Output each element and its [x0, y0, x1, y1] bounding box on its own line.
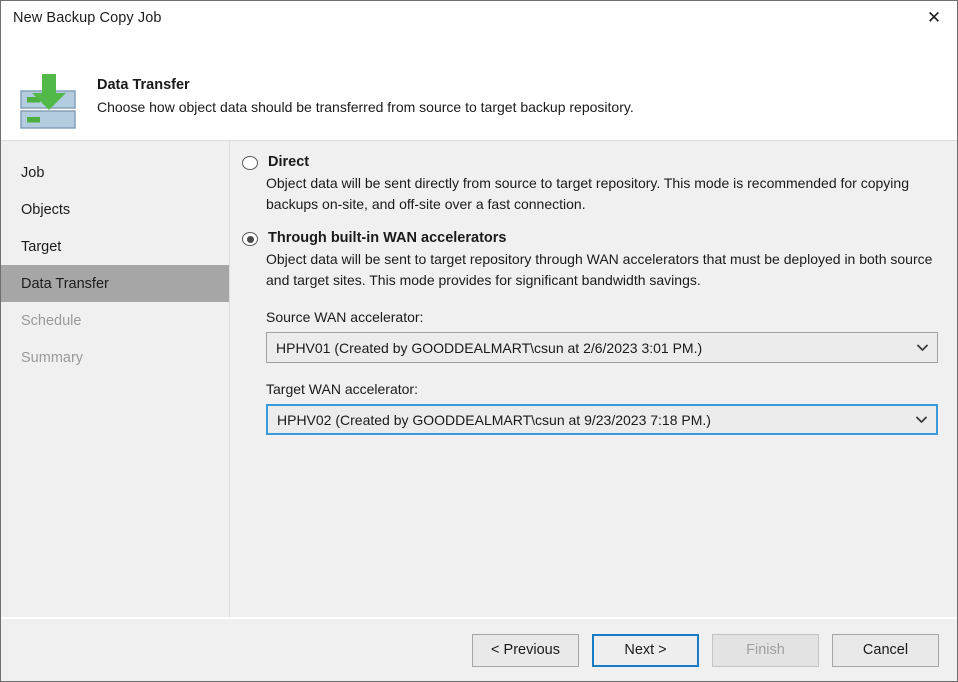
header-text-block: Data Transfer Choose how object data sho… — [97, 41, 634, 115]
content-pane: Direct Object data will be sent directly… — [230, 141, 957, 617]
dialog-window: New Backup Copy Job ✕ Data Transfer Choo… — [0, 0, 958, 682]
option-direct: Direct Object data will be sent directly… — [242, 153, 939, 215]
sidebar-item-data-transfer[interactable]: Data Transfer — [1, 265, 229, 302]
page-subtitle: Choose how object data should be transfe… — [97, 99, 634, 115]
page-title: Data Transfer — [97, 77, 634, 93]
sidebar-item-summary[interactable]: Summary — [1, 339, 229, 376]
sidebar-item-target[interactable]: Target — [1, 228, 229, 265]
previous-button[interactable]: < Previous — [472, 634, 579, 667]
option-wan: Through built-in WAN accelerators Object… — [242, 229, 939, 291]
radio-direct[interactable] — [242, 156, 258, 170]
download-to-repository-icon — [19, 73, 79, 129]
chevron-down-icon[interactable] — [907, 344, 937, 352]
radio-wan-accelerators[interactable] — [242, 232, 258, 246]
close-icon[interactable]: ✕ — [911, 2, 957, 35]
target-wan-value: HPHV02 (Created by GOODDEALMART\csun at … — [277, 412, 711, 428]
cancel-button[interactable]: Cancel — [832, 634, 939, 667]
sidebar-item-schedule[interactable]: Schedule — [1, 302, 229, 339]
chevron-down-icon[interactable] — [906, 416, 936, 424]
option-wan-description: Object data will be sent to target repos… — [266, 249, 934, 291]
option-direct-row[interactable]: Direct — [242, 153, 939, 172]
source-wan-value: HPHV01 (Created by GOODDEALMART\csun at … — [276, 340, 702, 356]
header-icon-container — [1, 41, 97, 129]
sidebar-item-objects[interactable]: Objects — [1, 191, 229, 228]
option-direct-label: Direct — [268, 153, 309, 172]
wizard-steps-sidebar: Job Objects Target Data Transfer Schedul… — [1, 141, 230, 617]
target-wan-dropdown[interactable]: HPHV02 (Created by GOODDEALMART\csun at … — [266, 404, 938, 435]
window-title: New Backup Copy Job — [13, 10, 162, 26]
next-button[interactable]: Next > — [592, 634, 699, 667]
source-wan-dropdown[interactable]: HPHV01 (Created by GOODDEALMART\csun at … — [266, 332, 938, 363]
option-direct-description: Object data will be sent directly from s… — [266, 173, 934, 215]
dialog-header: Data Transfer Choose how object data sho… — [1, 35, 957, 140]
source-wan-label: Source WAN accelerator: — [266, 309, 939, 325]
option-wan-row[interactable]: Through built-in WAN accelerators — [242, 229, 939, 248]
dialog-body: Job Objects Target Data Transfer Schedul… — [1, 140, 957, 617]
sidebar-item-job[interactable]: Job — [1, 154, 229, 191]
finish-button: Finish — [712, 634, 819, 667]
source-wan-field-group: Source WAN accelerator: HPHV01 (Created … — [266, 309, 939, 363]
title-bar: New Backup Copy Job ✕ — [1, 1, 957, 35]
target-wan-field-group: Target WAN accelerator: HPHV02 (Created … — [266, 381, 939, 435]
target-wan-label: Target WAN accelerator: — [266, 381, 939, 397]
option-wan-label: Through built-in WAN accelerators — [268, 229, 506, 248]
dialog-footer: < Previous Next > Finish Cancel — [1, 617, 957, 681]
